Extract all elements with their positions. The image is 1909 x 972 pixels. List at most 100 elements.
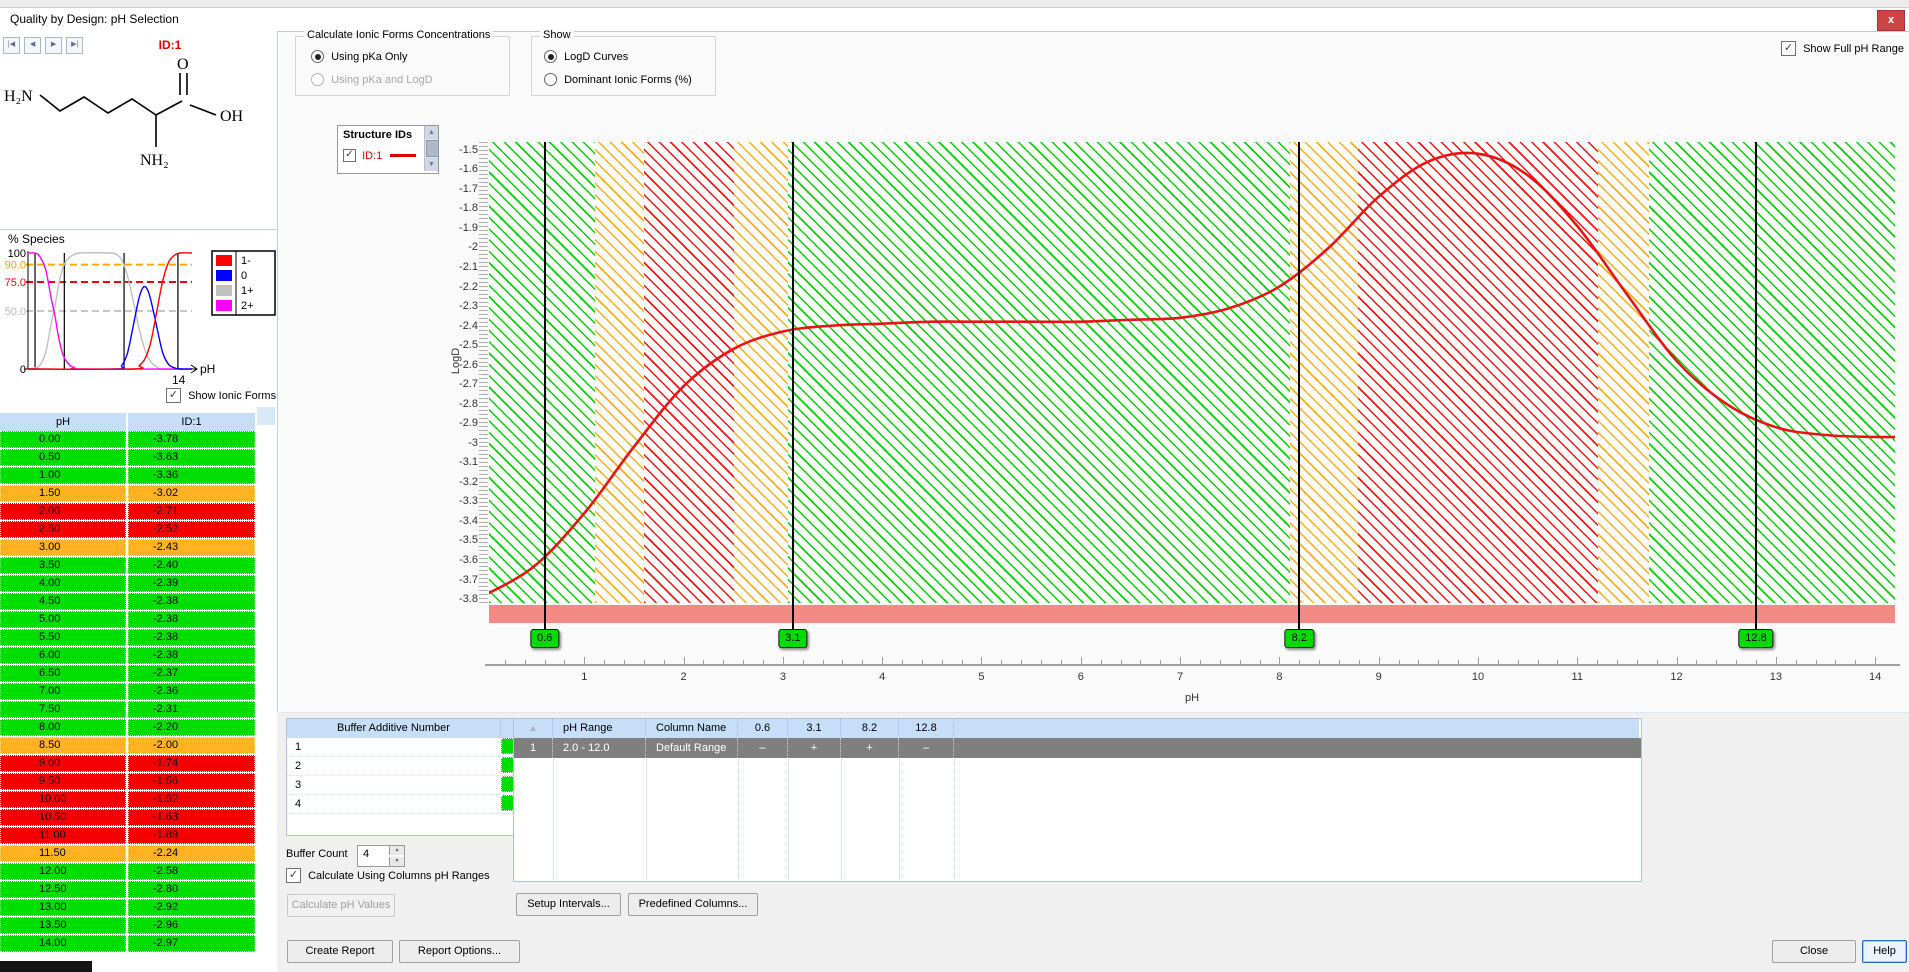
x-minor-tick [1498, 660, 1499, 664]
create-report-button[interactable]: Create Report [287, 940, 393, 963]
using-pka-only-radio[interactable] [311, 50, 324, 63]
x-minor-tick [1855, 660, 1856, 664]
svg-text:14: 14 [172, 373, 186, 387]
structure-ids-title: Structure IDs [343, 129, 412, 141]
radio-row: Dominant Ionic Forms (%) [544, 73, 692, 86]
x-minor-tick [604, 660, 605, 664]
ph-table-row: 8.50-2.00 [0, 737, 277, 754]
row-number[interactable]: 1 [514, 738, 553, 758]
x-minor-tick [1657, 660, 1658, 664]
column-guide [954, 759, 955, 879]
logd-cell: -2.97 [128, 935, 255, 952]
stepper-up-icon[interactable]: ▲ [389, 846, 404, 855]
logd-cell: -2.40 [128, 557, 255, 574]
ph-table-row: 4.00-2.39 [0, 575, 277, 592]
val-12.8[interactable]: – [899, 738, 954, 758]
x-minor-tick [862, 660, 863, 664]
next-structure-button[interactable]: ▶ [45, 37, 62, 54]
val-8.2[interactable]: + [841, 738, 899, 758]
logd-cell: -1.63 [128, 809, 255, 826]
ph-logd-table: pHID:1 0.00-3.780.50-3.631.00-3.361.50-3… [0, 407, 277, 953]
id1-label: ID:1 [362, 150, 382, 162]
last-structure-button[interactable]: ▶| [66, 37, 83, 54]
range-table-row[interactable]: 12.0 - 12.0Default Range–++– [514, 738, 1641, 758]
radio-row: LogD Curves [544, 50, 628, 63]
help-button[interactable]: Help [1862, 940, 1907, 963]
x-major-tick [1081, 657, 1082, 664]
ph-table-row: 13.50-2.96 [0, 917, 277, 934]
svg-text:75.0: 75.0 [5, 277, 26, 289]
x-minor-tick [1835, 660, 1836, 664]
ph-table-row: 11.00-1.89 [0, 827, 277, 844]
svg-text:50.0: 50.0 [5, 306, 26, 318]
column-header-8.2[interactable]: 8.2 [841, 719, 899, 738]
x-tick-label: 4 [867, 671, 897, 683]
column-header-Column Name[interactable]: Column Name [646, 719, 738, 738]
ph-cell: 6.00 [0, 647, 126, 664]
val-0.6[interactable]: – [738, 738, 788, 758]
setup-intervals-button[interactable]: Setup Intervals... [516, 893, 621, 916]
x-minor-tick [743, 660, 744, 664]
dominant-ionic-forms-radio[interactable] [544, 73, 557, 86]
buffer-ph-box-12.8[interactable]: 12.8 [1738, 629, 1773, 648]
logd-cell: -3.78 [128, 431, 255, 448]
stepper-down-icon[interactable]: ▼ [389, 857, 404, 866]
ph-table-row: 3.00-2.43 [0, 539, 277, 556]
id1-checkbox[interactable] [343, 149, 356, 162]
column-guide [553, 759, 554, 879]
x-major-tick [882, 657, 883, 664]
column-header-12.8[interactable]: 12.8 [899, 719, 954, 738]
close-icon[interactable]: x [1877, 10, 1905, 31]
predefined-columns-button[interactable]: Predefined Columns... [628, 893, 758, 916]
structure-ids-item: ID:1 [343, 149, 416, 162]
show-group-title: Show [540, 29, 574, 41]
close-button[interactable]: Close [1772, 940, 1856, 963]
report-options-button[interactable]: Report Options... [399, 940, 520, 963]
logd-cell: -2.96 [128, 917, 255, 934]
buffer-number-cell: 2 [287, 757, 501, 775]
x-minor-tick [902, 660, 903, 664]
x-minor-tick [1617, 660, 1618, 664]
x-minor-tick [1319, 660, 1320, 664]
x-tick-label: 2 [669, 671, 699, 683]
x-minor-tick [1041, 660, 1042, 664]
ph-cell: 3.00 [0, 539, 126, 556]
ph-range-cell[interactable]: 2.0 - 12.0 [553, 738, 646, 758]
column-header-3.1[interactable]: 3.1 [788, 719, 841, 738]
sort-icon[interactable]: ▲ [514, 719, 553, 738]
column-name-cell[interactable]: Default Range [646, 738, 738, 758]
buffer-ph-box-8.2[interactable]: 8.2 [1285, 629, 1314, 648]
buffer-count-stepper[interactable]: 4 ▲ ▼ [357, 845, 405, 867]
buffer-ph-box-0.6[interactable]: 0.6 [530, 629, 559, 648]
calc-using-columns-checkbox[interactable] [286, 868, 301, 883]
column-header-pH Range[interactable]: pH Range [553, 719, 646, 738]
logd-curves-radio[interactable] [544, 50, 557, 63]
x-minor-tick [842, 660, 843, 664]
x-minor-tick [1200, 660, 1201, 664]
logd-cell: -2.71 [128, 503, 255, 520]
buffer-ph-box-3.1[interactable]: 3.1 [778, 629, 807, 648]
y-tick-label: -3.8 [436, 593, 478, 605]
calculate-ph-values-button: Calculate pH Values [287, 894, 395, 917]
svg-text:0: 0 [241, 270, 247, 282]
ph-table-row: 10.00-1.52 [0, 791, 277, 808]
show-full-ph-range-checkbox[interactable] [1781, 41, 1796, 56]
x-major-tick [1577, 657, 1578, 664]
column-header-0.6[interactable]: 0.6 [738, 719, 788, 738]
ph-table-row: 13.00-2.92 [0, 899, 277, 916]
ph-cell: 6.50 [0, 665, 126, 682]
molecule-label-o: O [177, 56, 189, 73]
first-structure-button[interactable]: |◀ [3, 37, 20, 54]
ph-cell: 11.50 [0, 845, 126, 862]
prev-structure-button[interactable]: ◀ [24, 37, 41, 54]
scroll-up-icon[interactable]: ▲ [425, 126, 438, 139]
molecule-label-nh2: NH₂ [140, 152, 169, 169]
column-guide [646, 759, 647, 879]
show-ionic-forms-checkbox[interactable] [166, 388, 181, 403]
structure-ids-panel: Structure IDs ID:1 ▲ ▼ [337, 125, 439, 174]
x-tick-label: 10 [1463, 671, 1493, 683]
val-3.1[interactable]: + [788, 738, 841, 758]
y-tick-label: -3 [436, 437, 478, 449]
svg-text:pH: pH [200, 362, 215, 376]
ph-cell: 14.00 [0, 935, 126, 952]
